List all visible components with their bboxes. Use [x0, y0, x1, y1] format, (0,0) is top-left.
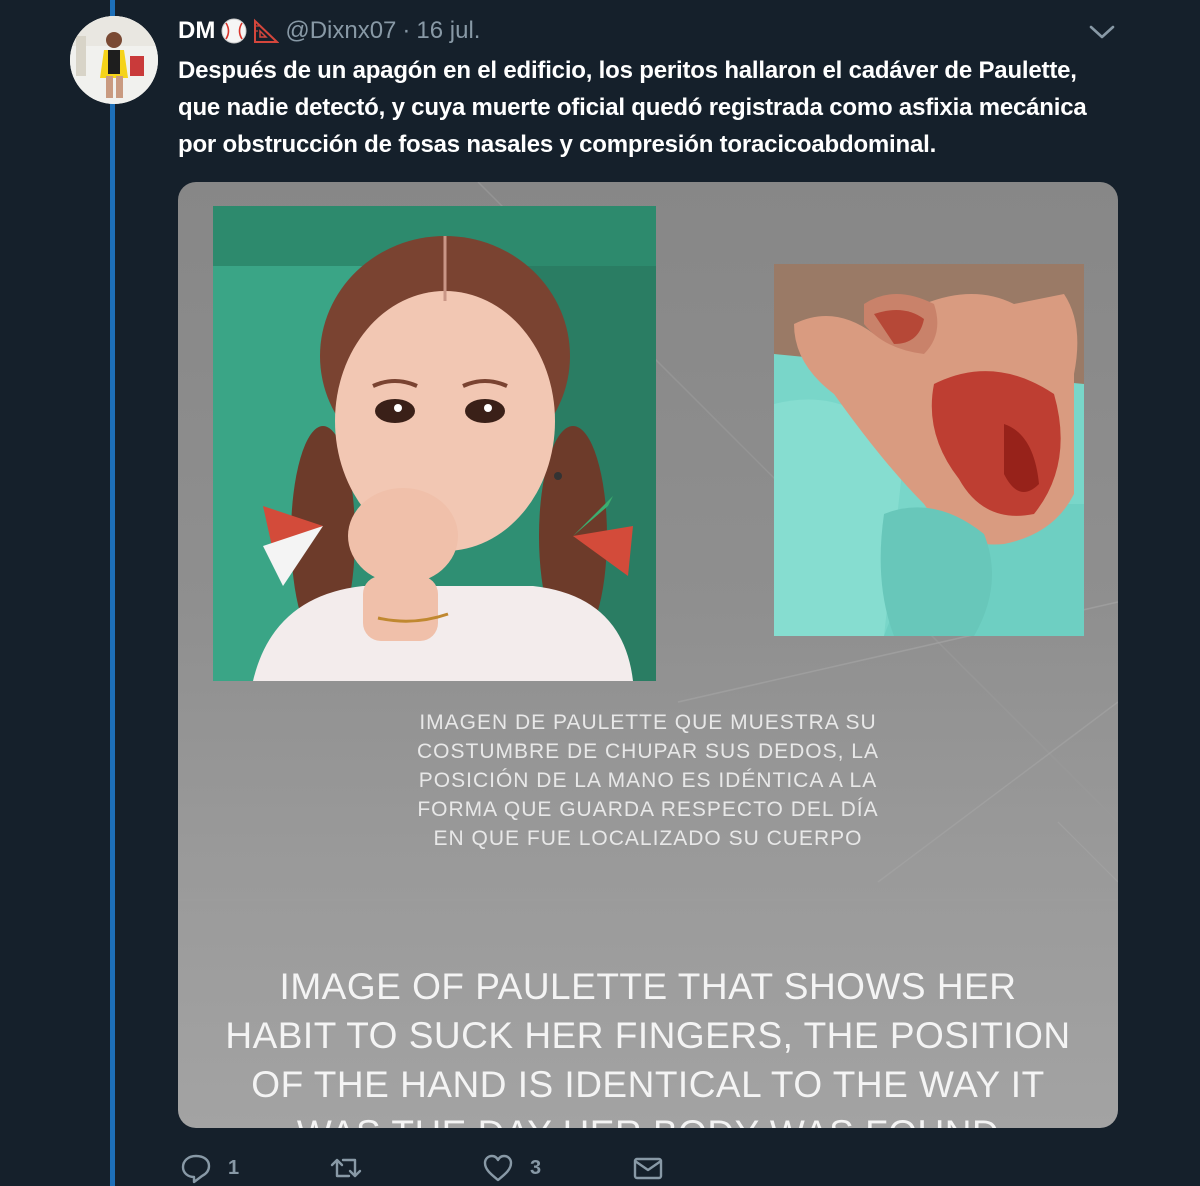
caption-english: IMAGE OF PAULETTE THAT SHOWS HER HABIT T… — [178, 962, 1118, 1128]
media-divider — [178, 899, 1118, 901]
tweet-page: DM @Dixnx07 · 16 jul. Después de un apag… — [0, 0, 1200, 1186]
caption-spanish-line: FORMA QUE GUARDA RESPECTO DEL DÍA — [417, 798, 879, 821]
display-name[interactable]: DM — [178, 17, 215, 45]
reply-count: 1 — [228, 1156, 240, 1179]
tweet-date[interactable]: 16 jul. — [416, 17, 480, 45]
tweet-media-image[interactable]: IMAGEN DE PAULETTE QUE MUESTRA SU COSTUM… — [178, 182, 1118, 1128]
caption-english-line: IMAGE OF PAULETTE THAT SHOWS HER — [279, 966, 1017, 1007]
baseball-emoji-icon — [221, 18, 247, 44]
caption-english-line: WAS THE DAY HER BODY WAS FOUND — [178, 1109, 1118, 1128]
caption-spanish-line: POSICIÓN DE LA MANO ES IDÉNTICA A LA — [418, 769, 878, 792]
tweet-text: Después de un apagón en el edificio, los… — [178, 52, 1138, 163]
user-handle[interactable]: @Dixnx07 — [285, 17, 396, 45]
thread-connector-line — [110, 0, 115, 1186]
chevron-down-icon[interactable] — [1088, 22, 1116, 42]
caption-spanish-line: EN QUE FUE LOCALIZADO SU CUERPO — [433, 827, 863, 850]
reply-button[interactable]: 1 — [180, 1152, 239, 1184]
dm-icon — [633, 1157, 663, 1180]
direct-message-button[interactable] — [632, 1152, 664, 1184]
caption-english-line: HABIT TO SUCK HER FINGERS, THE POSITION — [225, 1015, 1071, 1056]
tweet-text-line: que nadie detectó, y cuya muerte oficial… — [178, 94, 1087, 121]
triangular-ruler-emoji-icon — [253, 18, 280, 44]
tweet-text-line: Después de un apagón en el edificio, los… — [178, 57, 1077, 84]
header-separator: · — [402, 17, 411, 44]
hand-photo — [774, 264, 1084, 636]
tweet-actions: 1 3 — [180, 1152, 880, 1186]
tweet-header: DM @Dixnx07 · 16 jul. — [178, 14, 480, 48]
caption-english-line: OF THE HAND IS IDENTICAL TO THE WAY IT — [251, 1064, 1045, 1105]
like-button[interactable]: 3 — [482, 1152, 541, 1184]
reply-icon — [181, 1154, 211, 1184]
tweet-text-line: por obstrucción de fosas nasales y compr… — [178, 131, 937, 158]
avatar-image — [70, 16, 158, 104]
caption-spanish: IMAGEN DE PAULETTE QUE MUESTRA SU COSTUM… — [378, 708, 918, 853]
girl-with-braids-photo — [213, 206, 656, 681]
avatar[interactable] — [70, 16, 158, 104]
retweet-button[interactable] — [330, 1152, 378, 1184]
like-count: 3 — [530, 1156, 542, 1179]
retweet-icon — [330, 1158, 362, 1178]
caption-spanish-line: IMAGEN DE PAULETTE QUE MUESTRA SU — [419, 711, 877, 734]
caption-spanish-line: COSTUMBRE DE CHUPAR SUS DEDOS, LA — [416, 740, 879, 763]
like-icon — [483, 1154, 513, 1182]
